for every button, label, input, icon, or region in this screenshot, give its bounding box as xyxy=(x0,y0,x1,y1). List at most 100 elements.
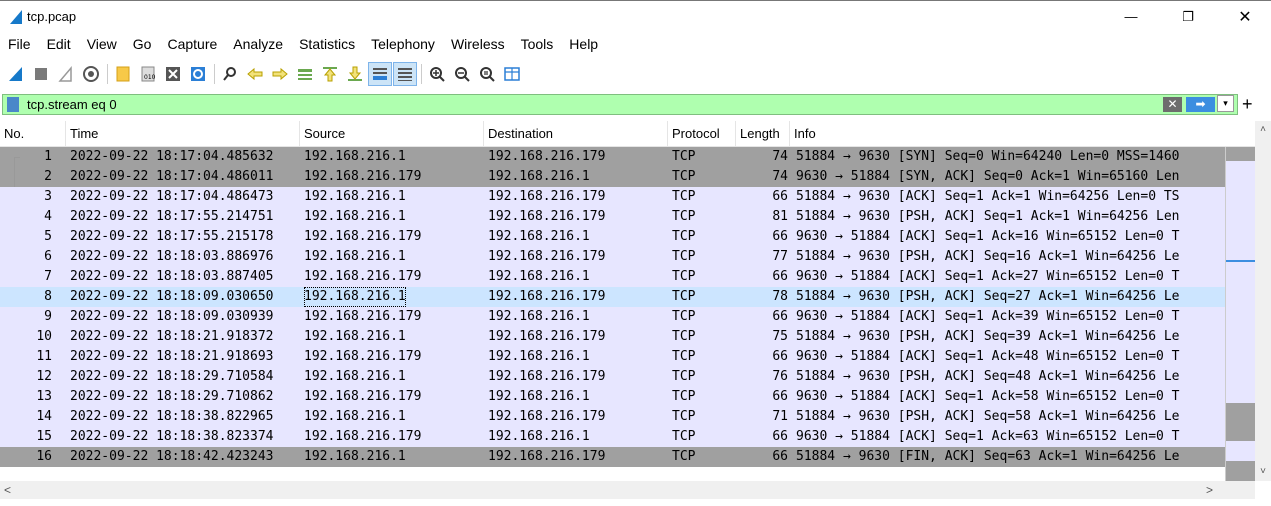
menu-wireless[interactable]: Wireless xyxy=(443,32,513,57)
packet-source: 192.168.216.1 xyxy=(304,209,406,224)
column-header-source[interactable]: Source xyxy=(300,121,484,147)
column-header-protocol[interactable]: Protocol xyxy=(668,121,736,147)
maximize-button[interactable]: ❐ xyxy=(1165,1,1211,32)
minimap-selection-marker xyxy=(1226,260,1256,262)
packet-protocol: TCP xyxy=(672,349,696,364)
table-row[interactable]: 15 2022-09-22 18:18:38.823374 192.168.216.… xyxy=(0,427,1225,447)
apply-filter-icon[interactable]: ➡ xyxy=(1186,97,1215,112)
scroll-down-icon[interactable]: ˅ xyxy=(1255,463,1271,481)
table-row[interactable]: 1 2022-09-22 18:17:04.485632 192.168.216.1… xyxy=(0,147,1225,167)
packet-destination: 192.168.216.1 xyxy=(488,429,590,444)
table-row[interactable]: 2 2022-09-22 18:17:04.486011 192.168.216.1… xyxy=(0,167,1225,187)
menu-analyze[interactable]: Analyze xyxy=(225,32,291,57)
reload-file-icon[interactable] xyxy=(186,62,210,86)
minimize-icon: — xyxy=(1124,9,1138,24)
packet-minimap[interactable] xyxy=(1225,147,1256,481)
minimap-fin-marker xyxy=(1226,461,1256,481)
menu-statistics[interactable]: Statistics xyxy=(291,32,363,57)
packet-time: 2022-09-22 18:17:04.486473 xyxy=(70,189,274,204)
zoom-in-icon[interactable] xyxy=(425,62,449,86)
column-header-no[interactable]: No. xyxy=(0,121,66,147)
close-button[interactable]: ✕ xyxy=(1222,1,1268,32)
go-first-icon[interactable] xyxy=(318,62,342,86)
menu-view[interactable]: View xyxy=(79,32,125,57)
table-row[interactable]: 7 2022-09-22 18:18:03.887405 192.168.216.1… xyxy=(0,267,1225,287)
vertical-scrollbar[interactable]: ˄ ˅ xyxy=(1255,121,1271,481)
packet-source: 192.168.216.1 xyxy=(304,329,406,344)
menu-file[interactable]: File xyxy=(0,32,39,57)
table-row[interactable]: 3 2022-09-22 18:17:04.486473 192.168.216.1… xyxy=(0,187,1225,207)
go-to-packet-icon[interactable] xyxy=(293,62,317,86)
packet-length: 75 xyxy=(772,329,788,344)
zoom-out-icon[interactable] xyxy=(450,62,474,86)
find-packet-icon[interactable] xyxy=(218,62,242,86)
packet-no: 4 xyxy=(44,209,52,224)
menu-edit[interactable]: Edit xyxy=(39,32,79,57)
column-header-time[interactable]: Time xyxy=(66,121,300,147)
display-filter-input[interactable]: tcp.stream eq 0 ✕ ➡ xyxy=(2,94,1238,115)
scroll-left-icon[interactable]: < xyxy=(4,481,11,499)
packet-no: 7 xyxy=(44,269,52,284)
packet-length: 66 xyxy=(772,429,788,444)
menu-go[interactable]: Go xyxy=(125,32,160,57)
packet-source: 192.168.216.179 xyxy=(304,349,422,364)
table-row[interactable]: 12 2022-09-22 18:18:29.710584 192.168.216.… xyxy=(0,367,1225,387)
table-row[interactable]: 5 2022-09-22 18:17:55.215178 192.168.216.1… xyxy=(0,227,1225,247)
packet-destination: 192.168.216.1 xyxy=(488,309,590,324)
table-row[interactable]: 14 2022-09-22 18:18:38.822965 192.168.216.… xyxy=(0,407,1225,427)
toolbar-separator xyxy=(214,64,215,84)
table-row[interactable]: 10 2022-09-22 18:18:21.918372 192.168.216.… xyxy=(0,327,1225,347)
packet-no: 15 xyxy=(36,429,52,444)
table-row[interactable]: 13 2022-09-22 18:18:29.710862 192.168.216.… xyxy=(0,387,1225,407)
menu-telephony[interactable]: Telephony xyxy=(363,32,443,57)
minimize-button[interactable]: — xyxy=(1108,1,1154,32)
column-header-destination[interactable]: Destination xyxy=(484,121,668,147)
horizontal-scroll-thumb[interactable] xyxy=(18,484,1198,496)
packet-destination: 192.168.216.179 xyxy=(488,249,606,264)
table-row[interactable]: 6 2022-09-22 18:18:03.886976 192.168.216.1… xyxy=(0,247,1225,267)
packet-info: 9630 → 51884 [ACK] Seq=1 Ack=63 Win=6515… xyxy=(796,429,1180,444)
scroll-up-icon[interactable]: ˄ xyxy=(1255,121,1271,139)
resize-columns-icon[interactable] xyxy=(500,62,524,86)
menu-capture[interactable]: Capture xyxy=(159,32,225,57)
packet-length: 74 xyxy=(772,149,788,164)
packet-time: 2022-09-22 18:18:21.918693 xyxy=(70,349,274,364)
save-file-icon[interactable]: 010 xyxy=(136,62,160,86)
packet-rows: 1 2022-09-22 18:17:04.485632 192.168.216.1… xyxy=(0,147,1225,481)
filter-history-dropdown-icon[interactable]: ▾ xyxy=(1217,95,1234,112)
filter-bookmark-icon[interactable] xyxy=(7,97,19,112)
display-filter-value[interactable]: tcp.stream eq 0 xyxy=(27,97,117,112)
packet-info: 51884 → 9630 [PSH, ACK] Seq=27 Ack=1 Win… xyxy=(796,289,1180,304)
add-filter-button-icon[interactable]: + xyxy=(1242,93,1253,115)
packet-source: 192.168.216.1 xyxy=(304,189,406,204)
packet-destination: 192.168.216.179 xyxy=(488,369,606,384)
zoom-reset-icon[interactable] xyxy=(475,62,499,86)
menu-help[interactable]: Help xyxy=(561,32,606,57)
auto-scroll-icon[interactable] xyxy=(368,62,392,86)
packet-info: 9630 → 51884 [ACK] Seq=1 Ack=58 Win=6515… xyxy=(796,389,1180,404)
table-row[interactable]: 9 2022-09-22 18:18:09.030939 192.168.216.1… xyxy=(0,307,1225,327)
horizontal-scrollbar[interactable]: < > xyxy=(0,481,1255,499)
colorize-icon[interactable] xyxy=(393,62,417,86)
packet-length: 74 xyxy=(772,169,788,184)
menu-tools[interactable]: Tools xyxy=(513,32,562,57)
clear-filter-icon[interactable]: ✕ xyxy=(1163,97,1182,112)
table-row[interactable]: 4 2022-09-22 18:17:55.214751 192.168.216.1… xyxy=(0,207,1225,227)
main-toolbar: 010 xyxy=(0,58,1271,90)
go-forward-icon[interactable] xyxy=(268,62,292,86)
scroll-right-icon[interactable]: > xyxy=(1206,481,1213,499)
close-file-icon[interactable] xyxy=(161,62,185,86)
table-row[interactable]: 16 2022-09-22 18:18:42.423243 192.168.216.… xyxy=(0,447,1225,467)
shark-fin-start-icon[interactable] xyxy=(4,62,28,86)
go-last-icon[interactable] xyxy=(343,62,367,86)
capture-options-icon[interactable] xyxy=(79,62,103,86)
column-header-length[interactable]: Length xyxy=(736,121,790,147)
restart-capture-icon[interactable] xyxy=(54,62,78,86)
go-back-icon[interactable] xyxy=(243,62,267,86)
open-file-icon[interactable] xyxy=(111,62,135,86)
table-row[interactable]: 11 2022-09-22 18:18:21.918693 192.168.216.… xyxy=(0,347,1225,367)
stop-capture-icon[interactable] xyxy=(29,62,53,86)
table-row[interactable]: 8 2022-09-22 18:18:09.030650 192.168.216.1… xyxy=(0,287,1225,307)
column-header-info[interactable]: Info xyxy=(790,121,1255,147)
packet-info: 51884 → 9630 [PSH, ACK] Seq=1 Ack=1 Win=… xyxy=(796,209,1180,224)
